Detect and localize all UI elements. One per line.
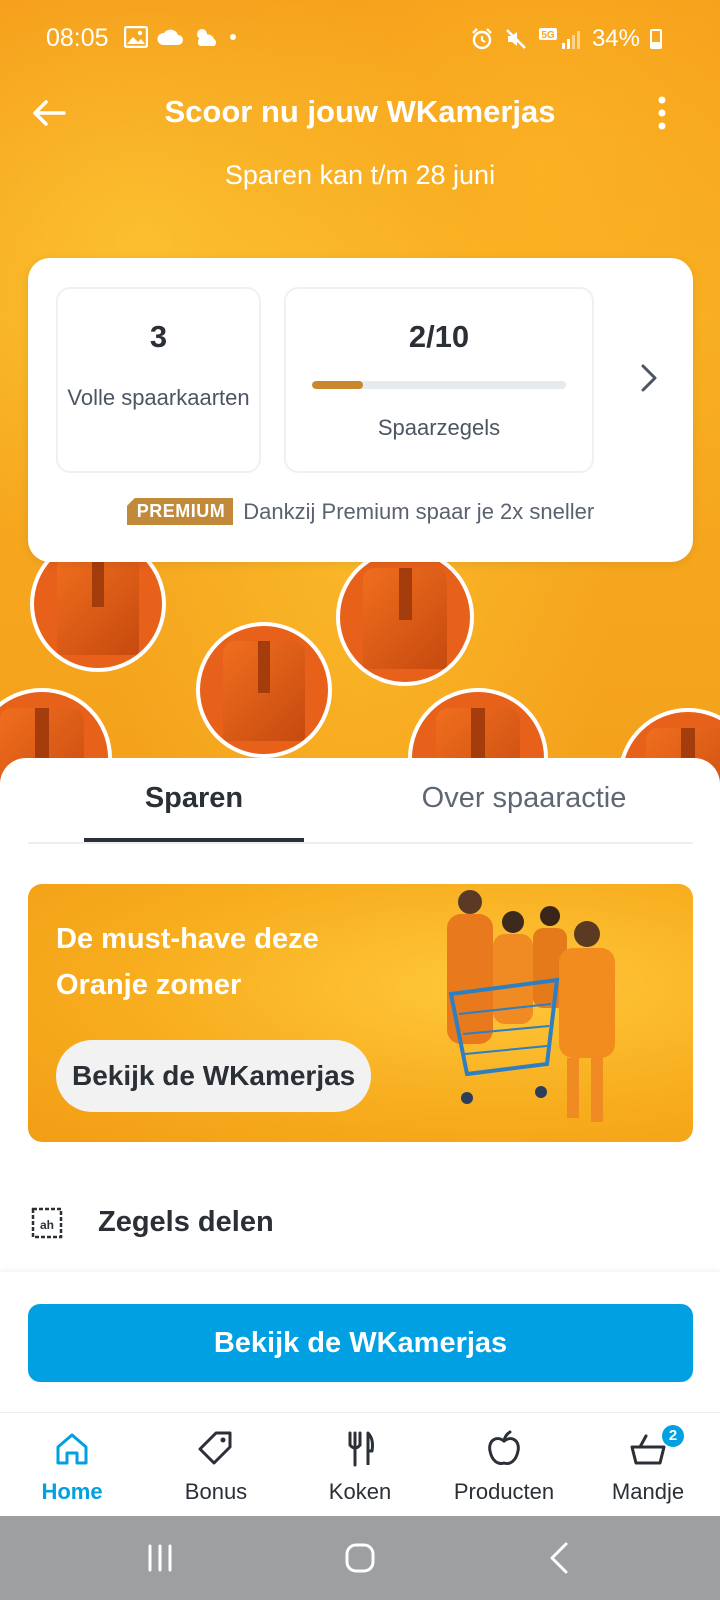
tag-icon [198, 1431, 232, 1465]
view-jacket-cta-button[interactable]: Bekijk de WKamerjas [28, 1304, 693, 1382]
home-button-icon[interactable] [340, 1538, 380, 1578]
page-title: Scoor nu jouw WKamerjas [164, 94, 556, 129]
stamps-count: 2/10 [408, 319, 470, 354]
promo-title: De must-have deze Oranje zomer [56, 923, 319, 1001]
premium-text: Dankzij Premium spaar je 2x sneller [243, 499, 595, 524]
cta-container: Bekijk de WKamerjas [0, 1272, 720, 1412]
players-photo [447, 890, 615, 1122]
full-cards-label: Volle spaarkaarten [67, 385, 250, 410]
nav-producten[interactable]: Producten [432, 1413, 576, 1517]
battery-percentage: 34% [591, 25, 640, 52]
bottom-navigation: Home Bonus Koken Producten 2 Mandje [0, 1412, 720, 1516]
svg-text:5G: 5G [541, 30, 555, 41]
nav-label: Mandje [611, 1479, 685, 1504]
savings-progress-card[interactable]: 3 Volle spaarkaarten 2/10 Spaarzegels PR… [28, 258, 693, 562]
promo-banner[interactable]: De must-have deze Oranje zomer Bekijk de… [28, 884, 693, 1142]
status-bar: 08:05 5G 34% [0, 0, 720, 78]
top-app-bar: Scoor nu jouw WKamerjas [0, 82, 720, 142]
svg-text:ah: ah [40, 1218, 54, 1232]
premium-badge: PREMIUM [126, 498, 234, 525]
battery-icon [650, 29, 662, 49]
nav-label: Home [41, 1479, 103, 1504]
nav-home[interactable]: Home [0, 1413, 144, 1517]
recent-apps-icon[interactable] [140, 1538, 180, 1578]
nav-bonus[interactable]: Bonus [144, 1413, 288, 1517]
back-button-icon[interactable] [540, 1538, 580, 1578]
home-icon [56, 1433, 88, 1465]
tab-sparen[interactable]: Sparen [84, 782, 304, 815]
full-cards-box: 3 Volle spaarkaarten [56, 287, 261, 473]
active-tab-indicator [84, 838, 304, 842]
status-notification-icons [124, 25, 238, 49]
apple-icon [488, 1430, 520, 1465]
cutlery-icon [348, 1431, 374, 1467]
premium-row: PREMIUM Dankzij Premium spaar je 2x snell… [28, 498, 693, 525]
system-navigation-bar [0, 1516, 720, 1600]
cart-count-badge: 2 [662, 1425, 684, 1447]
stamps-progress-fill [312, 381, 363, 389]
stamp-image [196, 622, 332, 758]
chevron-right-icon[interactable] [631, 356, 665, 400]
stamps-box: 2/10 Spaarzegels [284, 287, 594, 473]
nav-label: Producten [453, 1479, 555, 1504]
full-cards-count: 3 [149, 319, 168, 354]
tab-over-spaaractie[interactable]: Over spaaractie [374, 782, 674, 815]
status-time: 08:05 [46, 24, 109, 52]
share-stamps-row[interactable]: ah Zegels delen [28, 1198, 693, 1258]
nav-label: Bonus [184, 1479, 248, 1504]
image-icon [124, 26, 148, 48]
weather-icon [197, 29, 217, 46]
nav-mandje[interactable]: 2 Mandje [576, 1413, 720, 1517]
mute-icon [506, 29, 526, 49]
page-subtitle: Sparen kan t/m 28 juni [224, 160, 496, 190]
share-stamps-label: Zegels delen [98, 1206, 274, 1238]
hero-background: 08:05 5G 34% Scoor nu jouw WKamerjas Spa… [0, 0, 720, 800]
dot-icon [230, 34, 236, 40]
cloud-icon [157, 29, 183, 45]
signal-5g-icon: 5G [538, 28, 580, 49]
status-system-icons: 5G 34% [470, 25, 662, 53]
stamps-progress-bar [312, 381, 566, 389]
nav-label: Koken [328, 1479, 392, 1504]
more-options-icon[interactable] [654, 94, 670, 132]
promo-view-jacket-button[interactable]: Bekijk de WKamerjas [56, 1040, 372, 1112]
stamps-label: Spaarzegels [377, 415, 501, 440]
nav-koken[interactable]: Koken [288, 1413, 432, 1517]
tab-bar: Sparen Over spaaractie [28, 758, 693, 844]
stamp-card-icon: ah [31, 1207, 63, 1239]
alarm-icon [472, 28, 492, 50]
stamp-image [336, 548, 474, 686]
